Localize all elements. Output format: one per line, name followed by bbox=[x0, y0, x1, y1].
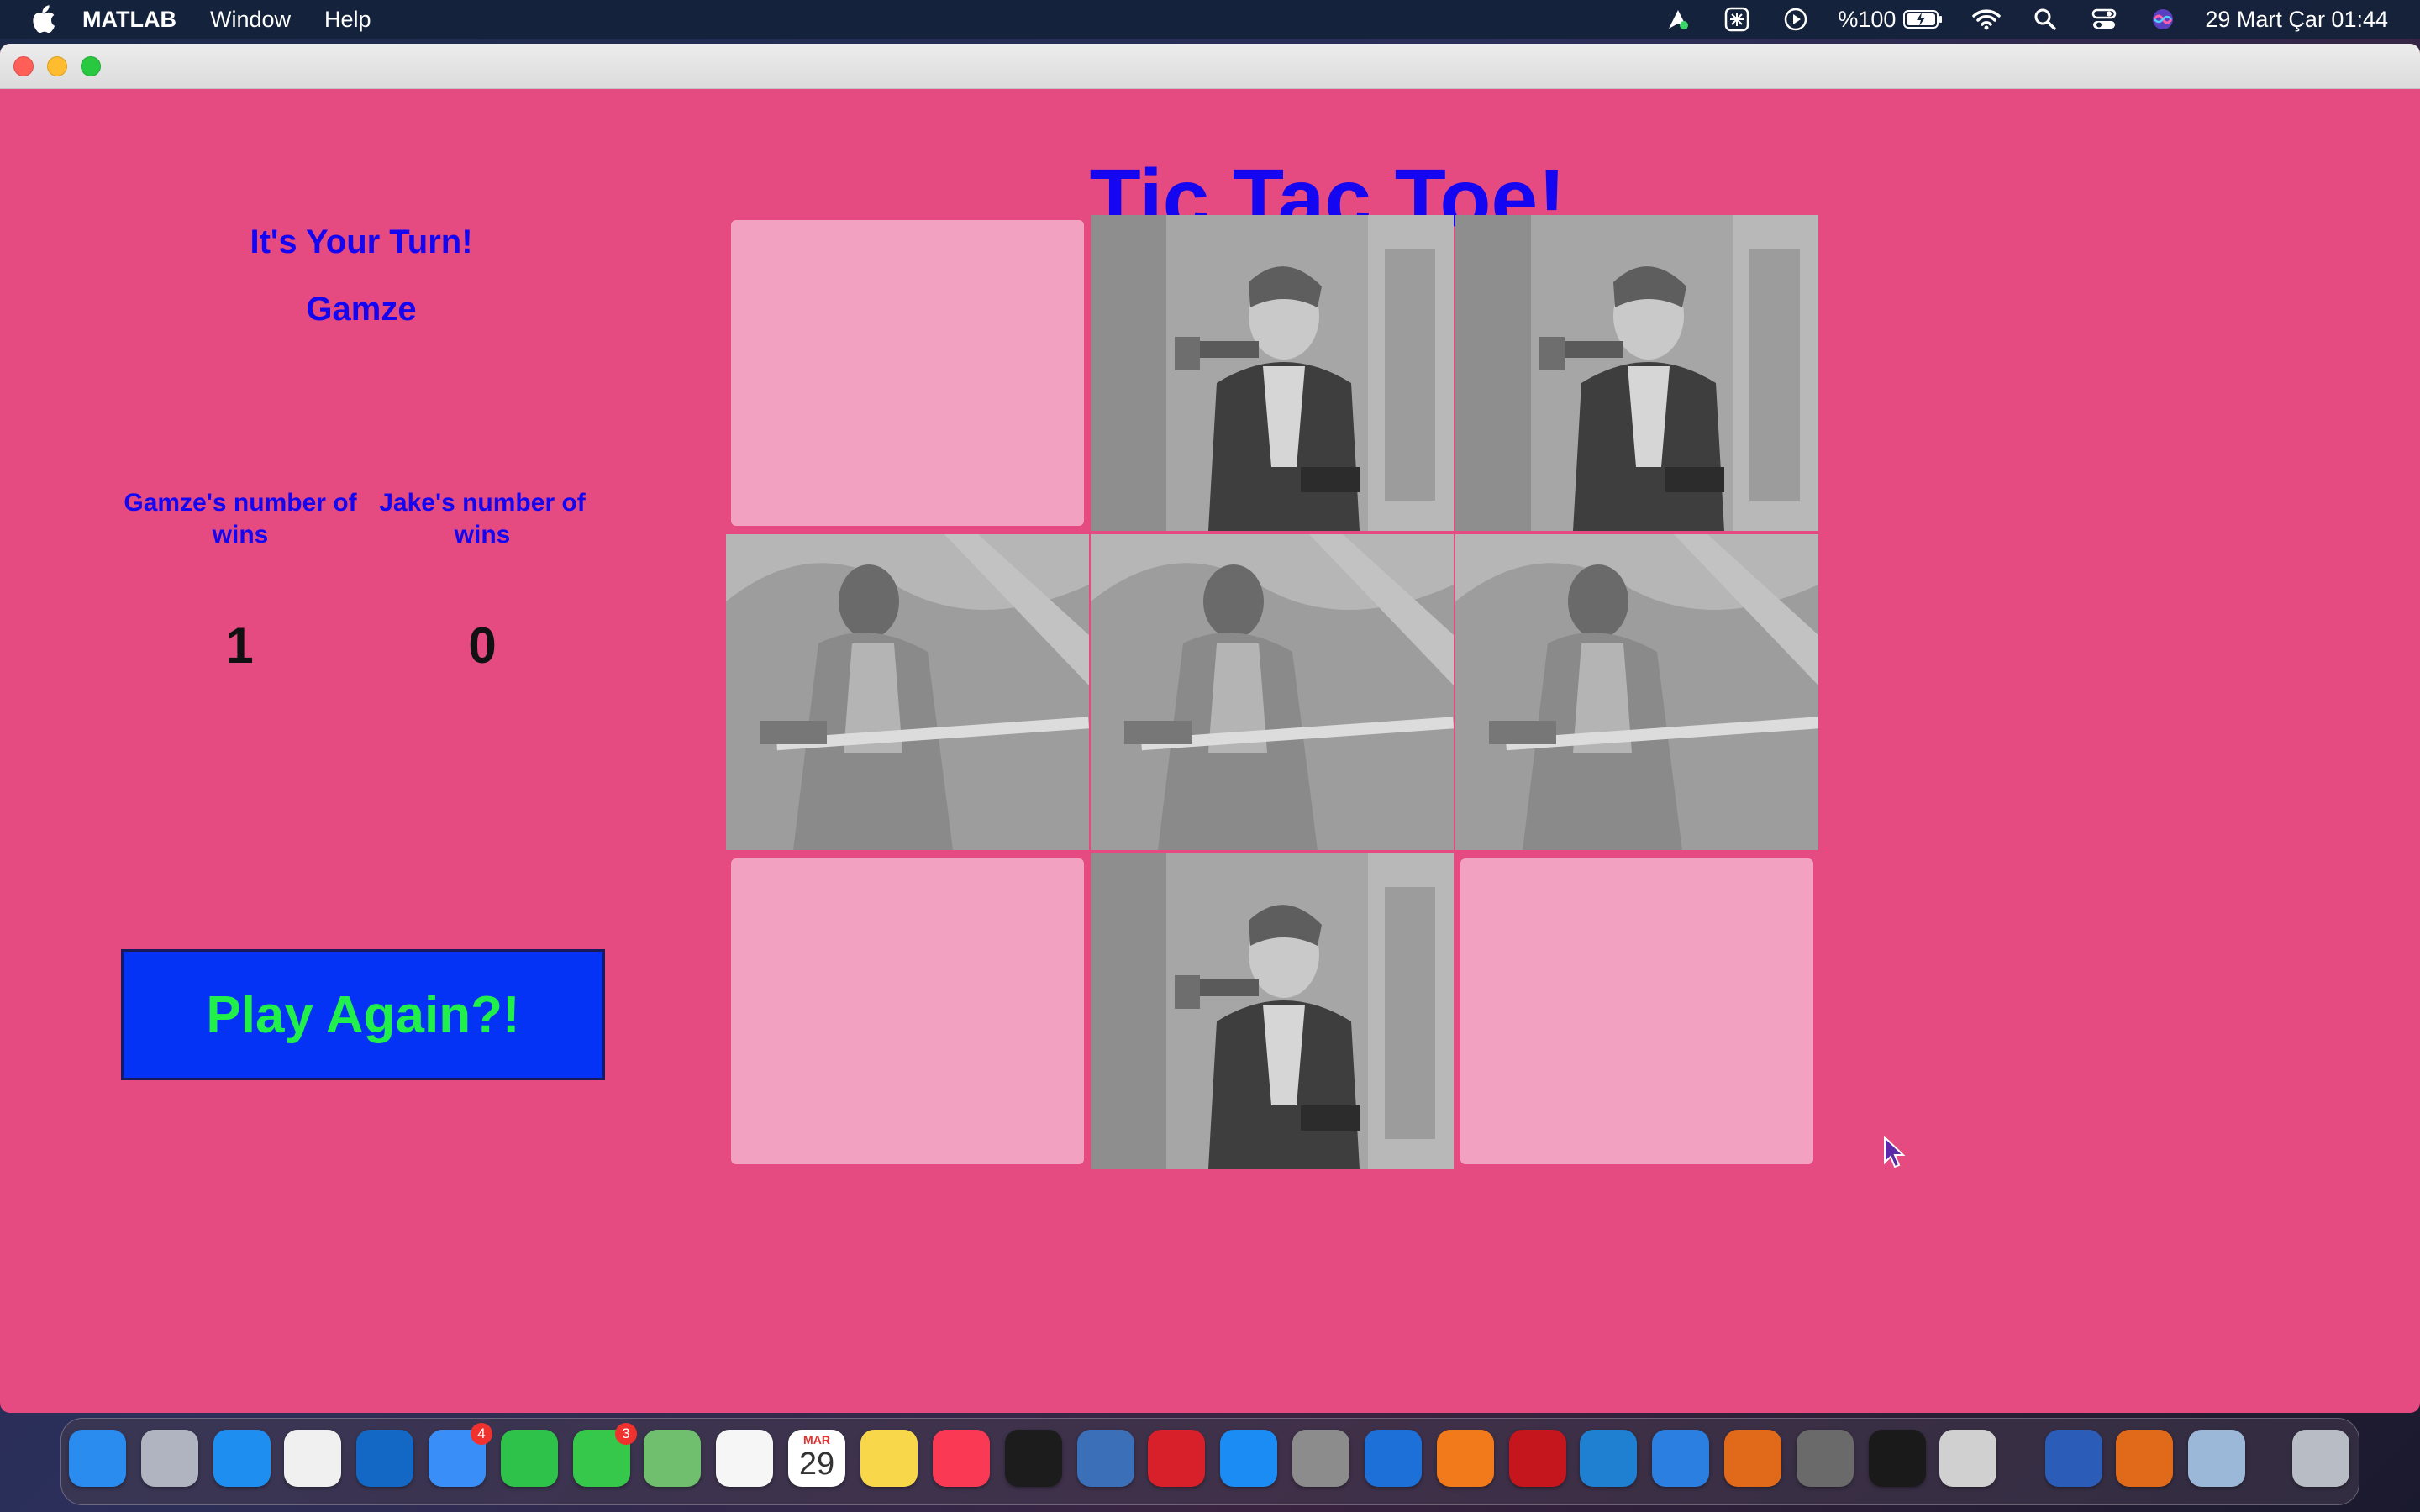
vpn-icon[interactable] bbox=[1661, 0, 1695, 39]
window-close-button[interactable] bbox=[13, 55, 34, 76]
board-cell-2-1[interactable] bbox=[726, 534, 1089, 850]
clock[interactable]: 29 Mart Çar 01:44 bbox=[2205, 7, 2388, 33]
menu-app-name[interactable]: MATLAB bbox=[82, 7, 176, 33]
mail-badge: 4 bbox=[471, 1423, 492, 1445]
board-cell-1-3[interactable] bbox=[1455, 215, 1818, 531]
mace-windu-image[interactable] bbox=[1455, 534, 1818, 850]
calendar-icon[interactable]: MAR 29 bbox=[788, 1430, 845, 1487]
window-zoom-button[interactable] bbox=[81, 55, 101, 76]
current-player-name: Gamze bbox=[306, 291, 417, 328]
search-icon[interactable] bbox=[2028, 0, 2062, 39]
mouse-cursor-icon bbox=[1882, 1135, 1907, 1169]
photo-booth-icon[interactable] bbox=[1148, 1430, 1205, 1487]
calendar-month: MAR bbox=[803, 1433, 830, 1446]
preview-icon[interactable] bbox=[2188, 1430, 2245, 1487]
board-cell-3-1[interactable] bbox=[726, 853, 1089, 1169]
board-cell-1-2[interactable] bbox=[1091, 215, 1454, 531]
messages-icon[interactable]: 3 bbox=[573, 1423, 637, 1487]
play-circle-icon[interactable] bbox=[1779, 0, 1812, 39]
han-solo-image[interactable] bbox=[1091, 853, 1454, 1169]
board-cell-3-2[interactable] bbox=[1091, 853, 1454, 1169]
onedrive-icon[interactable] bbox=[1365, 1430, 1422, 1487]
terminal-icon[interactable] bbox=[1869, 1430, 1926, 1487]
finder-icon[interactable] bbox=[69, 1430, 126, 1487]
han-solo-image[interactable] bbox=[1455, 215, 1818, 531]
snowflake-app-icon[interactable] bbox=[1720, 0, 1754, 39]
facetime-icon[interactable] bbox=[501, 1430, 558, 1487]
screenshot-icon[interactable] bbox=[1939, 1430, 1996, 1487]
empty-tile[interactable] bbox=[731, 858, 1084, 1164]
wifi-icon[interactable] bbox=[1970, 0, 2003, 39]
matlab-icon-2[interactable] bbox=[2116, 1430, 2173, 1487]
app-window: Tic Tac Toe! It's Your Turn! Gamze Gamze… bbox=[0, 44, 2420, 1413]
board-cell-3-3[interactable] bbox=[1455, 853, 1818, 1169]
turn-label: It's Your Turn! bbox=[250, 223, 473, 260]
calendar-day: 29 bbox=[798, 1446, 835, 1482]
launchpad-icon[interactable] bbox=[141, 1430, 198, 1487]
mace-windu-image[interactable] bbox=[1091, 534, 1454, 850]
mail-icon[interactable]: 4 bbox=[429, 1423, 492, 1487]
menu-window[interactable]: Window bbox=[210, 7, 291, 33]
game-panel: Tic Tac Toe! It's Your Turn! Gamze Gamze… bbox=[0, 89, 2420, 1413]
fusion-360-icon[interactable] bbox=[1437, 1430, 1494, 1487]
matlab-icon[interactable] bbox=[1724, 1430, 1781, 1487]
notes-icon[interactable] bbox=[860, 1430, 918, 1487]
apple-tv-icon[interactable] bbox=[1005, 1430, 1062, 1487]
autocad-icon[interactable] bbox=[1509, 1430, 1566, 1487]
menu-bar: MATLAB Window Help %100 29 Mart Çar 01:4… bbox=[0, 0, 2420, 39]
board-cell-2-2[interactable] bbox=[1091, 534, 1454, 850]
window-minimize-button[interactable] bbox=[47, 55, 67, 76]
xcode-icon[interactable] bbox=[1652, 1430, 1709, 1487]
empty-tile[interactable] bbox=[1460, 858, 1813, 1164]
empty-tile[interactable] bbox=[731, 220, 1084, 526]
system-settings-icon[interactable] bbox=[1292, 1430, 1349, 1487]
trash-icon[interactable] bbox=[2292, 1430, 2349, 1487]
maps-icon[interactable] bbox=[644, 1430, 701, 1487]
window-titlebar[interactable] bbox=[0, 44, 2420, 89]
play-again-button[interactable]: Play Again?! bbox=[121, 949, 605, 1080]
altium-icon[interactable] bbox=[1797, 1430, 1854, 1487]
menu-help[interactable]: Help bbox=[324, 7, 371, 33]
board-cell-2-3[interactable] bbox=[1455, 534, 1818, 850]
tic-tac-toe-board bbox=[726, 215, 1818, 1173]
control-center-icon[interactable] bbox=[2087, 0, 2121, 39]
battery-percentage: %100 bbox=[1838, 6, 1897, 32]
player2-wins-count: 0 bbox=[468, 617, 497, 674]
han-solo-image[interactable] bbox=[1091, 215, 1454, 531]
player1-wins-label: Gamze's number of wins bbox=[124, 489, 357, 549]
music-icon[interactable] bbox=[933, 1430, 990, 1487]
mace-windu-image[interactable] bbox=[726, 534, 1089, 850]
board-cell-1-1[interactable] bbox=[726, 215, 1089, 531]
safari-icon[interactable] bbox=[213, 1430, 271, 1487]
messages-badge: 3 bbox=[615, 1423, 637, 1445]
quicktime-icon[interactable] bbox=[1077, 1430, 1134, 1487]
player1-wins-count: 1 bbox=[225, 617, 254, 674]
outlook-icon[interactable] bbox=[356, 1430, 413, 1487]
siri-icon[interactable] bbox=[2146, 0, 2180, 39]
battery-icon[interactable] bbox=[1902, 0, 1944, 39]
vscode-icon[interactable] bbox=[1580, 1430, 1637, 1487]
app-store-icon[interactable] bbox=[1220, 1430, 1277, 1487]
player2-wins-label: Jake's number of wins bbox=[379, 489, 586, 549]
photos-icon[interactable] bbox=[716, 1430, 773, 1487]
status-area: %100 29 Mart Çar 01:44 bbox=[1636, 0, 2388, 39]
apple-menu-icon[interactable] bbox=[25, 0, 60, 39]
word-icon[interactable] bbox=[2045, 1430, 2102, 1487]
chrome-icon[interactable] bbox=[284, 1430, 341, 1487]
